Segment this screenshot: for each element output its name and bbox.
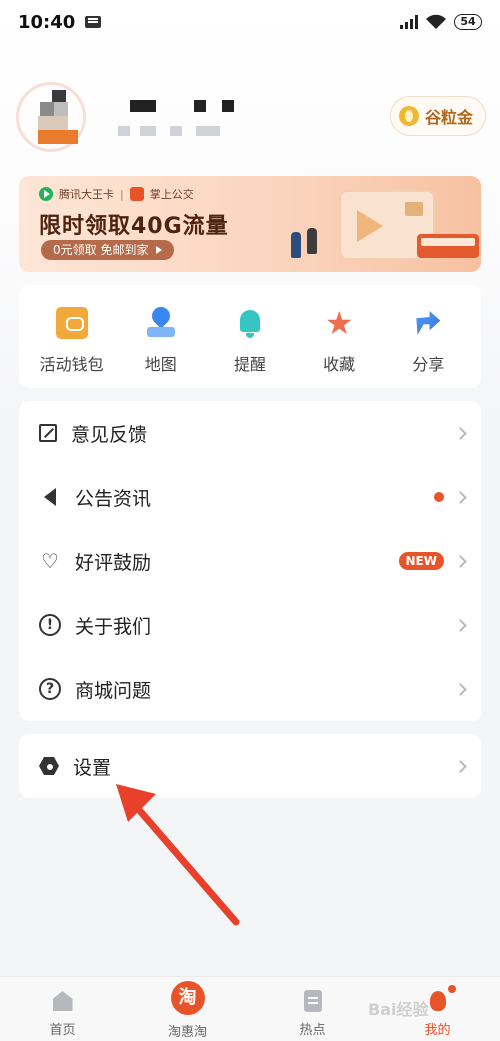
quick-action-label: 提醒 [233, 355, 266, 374]
message-icon [85, 16, 102, 28]
speaker-icon [39, 486, 61, 508]
edit-icon [39, 424, 57, 442]
sim-chip-icon [405, 202, 423, 216]
status-left: 10:40 [18, 11, 102, 33]
map-pin-icon [145, 307, 177, 339]
tao-logo-icon: 淘 [170, 981, 205, 1015]
home-icon [51, 989, 75, 1013]
quick-actions-card: 活动钱包 地图 提醒 ★ 收藏 分享 [19, 285, 481, 388]
bus-app-icon [129, 187, 144, 201]
menu-item-label: 意见反馈 [71, 423, 148, 446]
quick-action-favorites[interactable]: ★ 收藏 [296, 285, 382, 375]
quick-action-reminder[interactable]: 提醒 [207, 285, 293, 375]
status-right: 54 [400, 14, 482, 30]
menu-item-label: 商城问题 [75, 679, 152, 702]
banner-cta-pill[interactable]: 0元领取 免邮到家 [41, 240, 175, 260]
quick-actions-row: 活动钱包 地图 提醒 ★ 收藏 分享 [19, 285, 481, 375]
menu-item-settings[interactable]: 设置 [19, 734, 481, 798]
banner-brands: 腾讯大王卡 | 掌上公交 [39, 186, 194, 202]
menu-item-announcements[interactable]: 公告资讯 [19, 465, 481, 529]
person-illustration [307, 228, 317, 254]
username-pixelated [222, 100, 234, 112]
bell-icon [234, 307, 266, 339]
person-illustration [291, 232, 301, 258]
userid-pixelated [170, 126, 182, 136]
username-pixelated [194, 100, 206, 112]
banner-brand-2: 掌上公交 [149, 188, 194, 201]
menu-item-label: 关于我们 [75, 615, 152, 638]
play-logo-icon [357, 210, 383, 242]
heart-icon: ♡ [41, 549, 59, 573]
avatar-pixelated-image [38, 90, 80, 150]
signal-icon [400, 15, 418, 29]
quick-action-label: 收藏 [323, 355, 356, 374]
wifi-icon [426, 14, 446, 29]
new-badge: NEW [398, 552, 444, 570]
chevron-right-icon [454, 682, 467, 696]
menu-item-label: 好评鼓励 [75, 551, 152, 574]
status-time: 10:40 [18, 11, 76, 33]
mine-icon [426, 985, 456, 1013]
grain-coin-icon [398, 106, 419, 126]
tencent-video-icon [39, 187, 53, 201]
news-icon [301, 989, 325, 1013]
banner-separator: | [120, 187, 124, 201]
settings-card: 设置 [19, 734, 481, 798]
menu-list: 意见反馈 公告资讯 ♡ 好评鼓励 NEW ! 关于我们 ? 商城问题 [19, 401, 481, 721]
grain-gold-label: 谷粒金 [424, 108, 473, 127]
tab-label: 我的 [424, 1023, 451, 1038]
userid-pixelated [140, 126, 156, 136]
chevron-right-icon [454, 618, 467, 632]
menu-item-feedback[interactable]: 意见反馈 [19, 401, 481, 465]
tab-home[interactable]: 首页 [0, 977, 125, 1041]
banner-title: 限时领取40G流量 [39, 214, 229, 239]
unread-dot [434, 492, 444, 502]
tab-label: 首页 [49, 1023, 76, 1038]
tab-taohuitao[interactable]: 淘 淘惠淘 [125, 977, 250, 1041]
grain-gold-button[interactable]: 谷粒金 [389, 96, 486, 136]
chevron-right-icon [454, 426, 467, 440]
menu-item-rate[interactable]: ♡ 好评鼓励 NEW [19, 529, 481, 593]
info-icon: ! [39, 614, 61, 636]
quick-action-share[interactable]: 分享 [385, 285, 471, 375]
tab-label: 淘惠淘 [167, 1025, 207, 1040]
chevron-right-icon [454, 490, 467, 504]
username-pixelated [130, 100, 156, 112]
wallet-icon [55, 307, 88, 339]
play-arrow-icon [156, 246, 163, 254]
banner-brand-1: 腾讯大王卡 [59, 188, 114, 201]
quick-action-label: 分享 [412, 355, 445, 374]
userid-pixelated [196, 126, 220, 136]
battery-indicator: 54 [454, 14, 482, 30]
tab-label: 热点 [299, 1023, 326, 1038]
banner-cta-label: 0元领取 免邮到家 [53, 243, 149, 257]
settings-label: 设置 [73, 756, 112, 779]
tab-hot[interactable]: 热点 [250, 977, 375, 1041]
promo-banner[interactable]: 腾讯大王卡 | 掌上公交 限时领取40G流量 0元领取 免邮到家 [19, 176, 481, 272]
menu-item-label: 公告资讯 [75, 487, 152, 510]
settings-hex-icon [39, 757, 59, 775]
annotation-arrow [116, 784, 240, 926]
menu-item-mall-issues[interactable]: ? 商城问题 [19, 657, 481, 721]
chevron-right-icon [454, 554, 467, 568]
watermark: Bai经验 [368, 1000, 429, 1019]
bus-illustration [417, 234, 479, 258]
question-icon: ? [39, 678, 61, 700]
quick-action-label: 活动钱包 [39, 355, 104, 374]
status-bar: 10:40 54 [0, 0, 500, 44]
quick-action-map[interactable]: 地图 [118, 285, 204, 375]
star-icon: ★ [324, 304, 354, 342]
share-arrow-icon [412, 307, 444, 339]
userid-pixelated [118, 126, 130, 136]
chevron-right-icon [454, 759, 467, 773]
quick-action-wallet[interactable]: 活动钱包 [29, 285, 115, 375]
quick-action-label: 地图 [144, 355, 177, 374]
menu-item-about[interactable]: ! 关于我们 [19, 593, 481, 657]
